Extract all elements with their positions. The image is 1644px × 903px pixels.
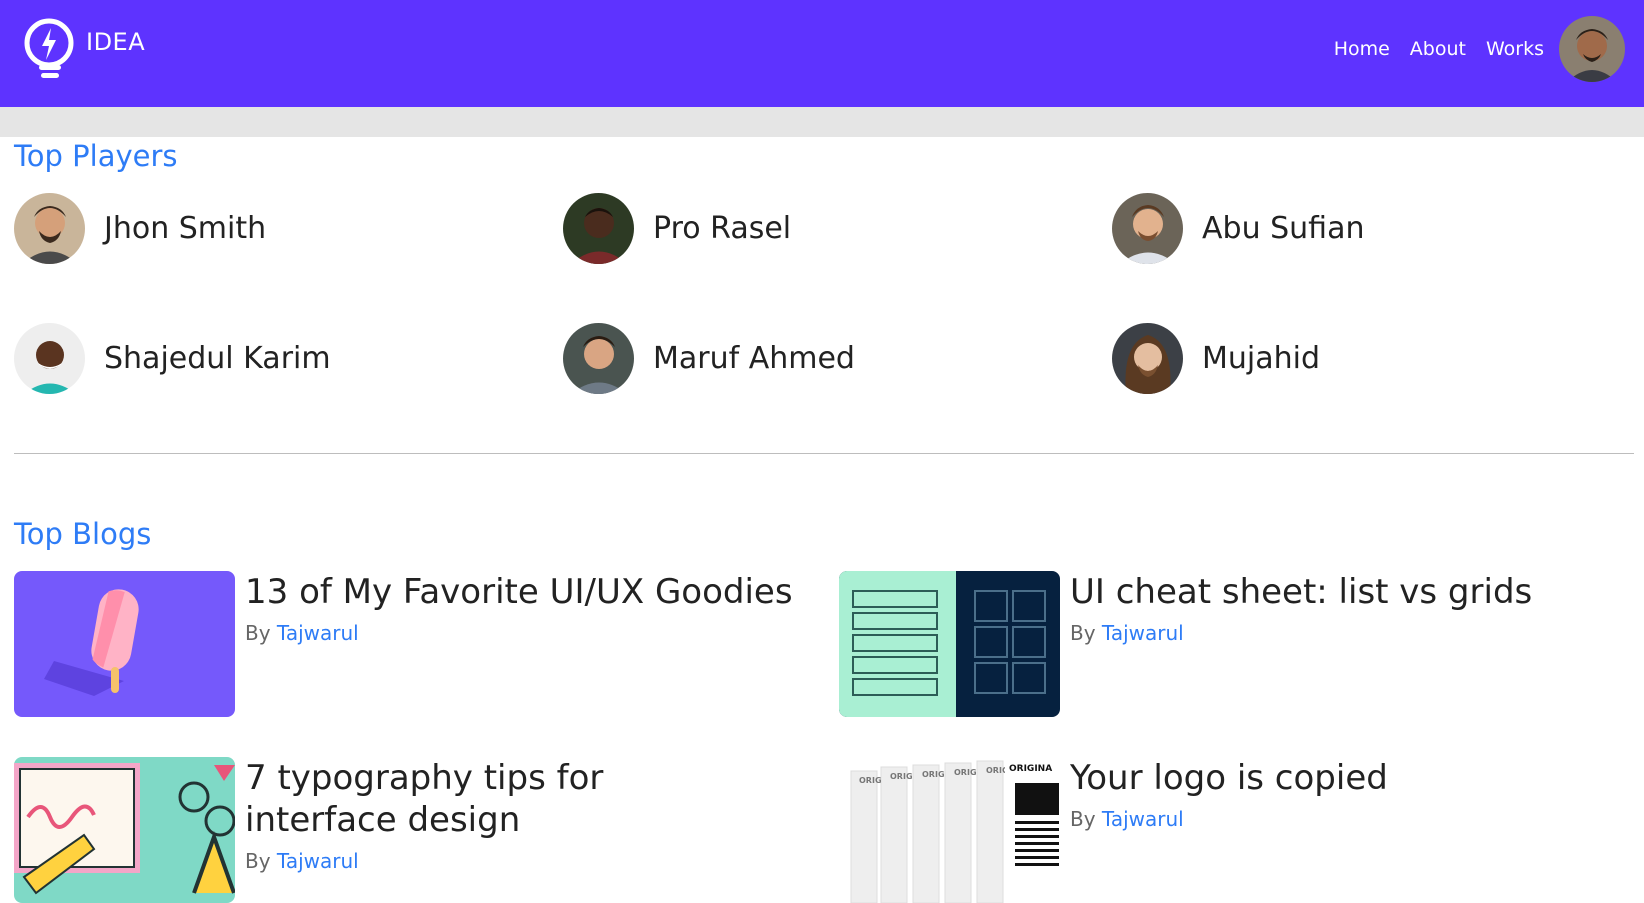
blog-thumbnail[interactable]	[14, 571, 235, 717]
blog-body: 7 typography tips for interface design B…	[245, 757, 765, 903]
byline-prefix: By	[245, 849, 271, 873]
blog-body: UI cheat sheet: list vs grids By Tajwaru…	[1070, 571, 1532, 717]
blog-byline: By Tajwarul	[245, 849, 765, 873]
author-link[interactable]: Tajwarul	[277, 621, 359, 645]
blog-thumbnail[interactable]: ORIG ORIG ORIG ORIG ORIG ORIGINA	[839, 757, 1060, 903]
blog-card[interactable]: 13 of My Favorite UI/UX Goodies By Tajwa…	[14, 571, 793, 717]
blog-byline: By Tajwarul	[245, 621, 793, 645]
player-card[interactable]: Maruf Ahmed	[563, 323, 855, 394]
blog-thumbnail[interactable]	[839, 571, 1060, 717]
brand-name: IDEA	[86, 28, 146, 56]
player-name: Maruf Ahmed	[653, 341, 855, 376]
player-card[interactable]: Jhon Smith	[14, 193, 266, 264]
byline-prefix: By	[1070, 621, 1096, 645]
player-avatar	[14, 193, 85, 264]
player-card[interactable]: Abu Sufian	[1112, 193, 1364, 264]
blog-card[interactable]: ORIG ORIG ORIG ORIG ORIG ORIGINA Your lo…	[839, 757, 1388, 903]
author-link[interactable]: Tajwarul	[277, 849, 359, 873]
gray-band	[0, 107, 1644, 137]
brand[interactable]: IDEA	[22, 16, 145, 82]
player-avatar	[14, 323, 85, 394]
svg-text:ORIG: ORIG	[890, 772, 913, 781]
blog-title[interactable]: UI cheat sheet: list vs grids	[1070, 571, 1532, 613]
blog-card[interactable]: UI cheat sheet: list vs grids By Tajwaru…	[839, 571, 1532, 717]
blog-byline: By Tajwarul	[1070, 807, 1388, 831]
popsicle-illustration	[14, 571, 235, 717]
blog-body: Your logo is copied By Tajwarul	[1070, 757, 1388, 903]
navbar: IDEA Home About Works	[0, 0, 1644, 107]
list-vs-grid-illustration	[839, 571, 1060, 717]
byline-prefix: By	[245, 621, 271, 645]
svg-text:ORIGINA: ORIGINA	[1009, 764, 1052, 774]
player-card[interactable]: Mujahid	[1112, 323, 1320, 394]
player-name: Mujahid	[1202, 341, 1321, 376]
lightbulb-bolt-icon	[24, 18, 74, 78]
player-card[interactable]: Pro Rasel	[563, 193, 791, 264]
player-avatar	[1112, 193, 1183, 264]
player-avatar	[1112, 323, 1183, 394]
nav-home-link[interactable]: Home	[1334, 38, 1390, 60]
svg-text:ORIG: ORIG	[954, 768, 977, 777]
top-blogs-heading: Top Blogs	[14, 517, 152, 551]
user-avatar[interactable]	[1559, 16, 1625, 82]
player-avatar	[563, 193, 634, 264]
blog-title[interactable]: 7 typography tips for interface design	[245, 757, 765, 841]
blog-title[interactable]: 13 of My Favorite UI/UX Goodies	[245, 571, 793, 613]
player-card[interactable]: Shajedul Karim	[14, 323, 331, 394]
blog-body: 13 of My Favorite UI/UX Goodies By Tajwa…	[245, 571, 793, 717]
blog-title[interactable]: Your logo is copied	[1070, 757, 1388, 799]
blog-thumbnail[interactable]	[14, 757, 235, 903]
copied-logo-illustration: ORIG ORIG ORIG ORIG ORIG ORIGINA	[839, 757, 1060, 903]
section-divider	[14, 453, 1634, 454]
nav-links: Home About Works	[1334, 38, 1544, 60]
player-avatar	[563, 323, 634, 394]
player-name: Shajedul Karim	[104, 341, 331, 376]
author-link[interactable]: Tajwarul	[1102, 621, 1184, 645]
author-link[interactable]: Tajwarul	[1102, 807, 1184, 831]
blog-card[interactable]: 7 typography tips for interface design B…	[14, 757, 765, 903]
typography-tools-illustration	[14, 757, 235, 903]
player-name: Abu Sufian	[1202, 211, 1365, 246]
byline-prefix: By	[1070, 807, 1096, 831]
nav-works-link[interactable]: Works	[1486, 38, 1544, 60]
top-players-heading: Top Players	[14, 139, 178, 173]
blog-byline: By Tajwarul	[1070, 621, 1532, 645]
player-name: Pro Rasel	[653, 211, 792, 246]
svg-text:ORIG: ORIG	[859, 776, 882, 785]
svg-text:ORIG: ORIG	[922, 770, 945, 779]
nav-about-link[interactable]: About	[1410, 38, 1466, 60]
player-name: Jhon Smith	[104, 211, 267, 246]
user-avatar-icon	[1559, 16, 1625, 82]
